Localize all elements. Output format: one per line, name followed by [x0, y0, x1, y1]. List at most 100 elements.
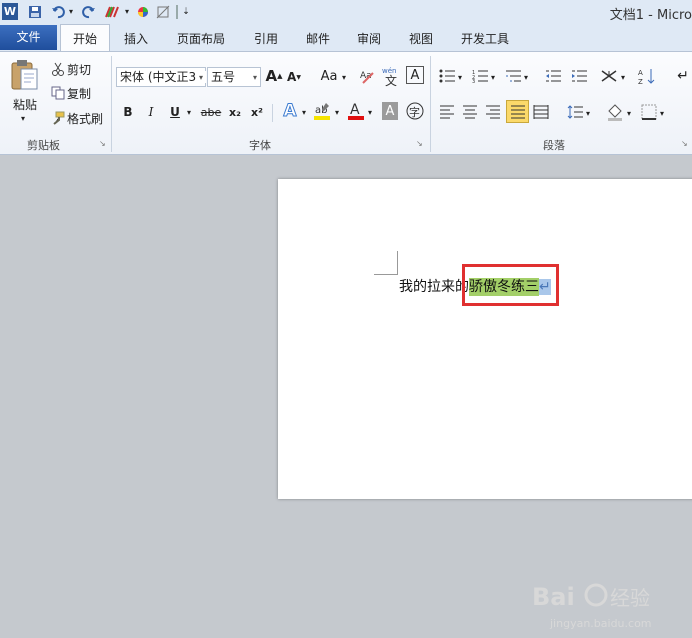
customize-quick-access-icon[interactable]: ⇣ — [181, 3, 191, 20]
tab-file[interactable]: 文件 — [0, 25, 57, 50]
asian-layout-icon[interactable] — [599, 67, 619, 85]
redo-icon[interactable] — [81, 3, 97, 20]
tab-review[interactable]: 审阅 — [357, 29, 381, 49]
margin-corner-mark — [374, 251, 398, 275]
bold-button[interactable]: B — [119, 102, 137, 122]
undo-icon[interactable] — [50, 3, 66, 20]
cut-label[interactable]: 剪切 — [67, 61, 91, 77]
scissors-icon[interactable] — [50, 61, 66, 77]
tab-home[interactable]: 开始 — [60, 24, 110, 51]
italic-button[interactable]: I — [142, 102, 160, 122]
font-color-dropdown-icon[interactable]: ▾ — [366, 107, 374, 117]
font-name-value: 宋体 (中文正3 — [120, 70, 197, 84]
change-case-button[interactable]: Aa — [318, 66, 340, 86]
line-spacing-dropdown-icon[interactable]: ▾ — [584, 108, 592, 118]
tab-page-layout[interactable]: 页面布局 — [177, 29, 225, 49]
font-name-dropdown-icon[interactable]: ▾ — [196, 71, 206, 83]
quick-access-divider — [176, 5, 178, 19]
word-logo-icon[interactable]: W — [2, 3, 18, 20]
highlight-dropdown-icon[interactable]: ▾ — [333, 107, 341, 117]
svg-text:3: 3 — [472, 79, 475, 83]
asian-layout-dropdown-icon[interactable]: ▾ — [619, 72, 627, 82]
paint-icon[interactable] — [103, 3, 121, 20]
clear-format-icon[interactable] — [155, 3, 171, 20]
font-size-dropdown-icon[interactable]: ▾ — [250, 71, 260, 83]
document-workspace[interactable]: 我的拉来的骄傲冬练三↵ Bai 经验 jingyan.baidu.com — [0, 155, 692, 630]
svg-text:Bai: Bai — [532, 583, 575, 611]
bullets-dropdown-icon[interactable]: ▾ — [456, 72, 464, 82]
tab-insert[interactable]: 插入 — [124, 29, 148, 49]
font-size-value: 五号 — [211, 70, 236, 84]
numbering-icon[interactable]: 123 — [471, 67, 489, 85]
text-effects-icon[interactable]: A — [280, 100, 300, 122]
callout-box — [462, 264, 559, 306]
character-shading-icon[interactable]: A — [382, 102, 398, 120]
sort-icon[interactable]: AZ — [637, 66, 657, 86]
paint-dropdown-icon[interactable]: ▾ — [123, 3, 131, 20]
group-divider — [111, 56, 112, 152]
text-effects-dropdown-icon[interactable]: ▾ — [300, 107, 308, 117]
paste-icon[interactable] — [8, 58, 40, 92]
change-case-dropdown-icon[interactable]: ▾ — [340, 72, 348, 82]
font-color-icon[interactable]: A — [346, 100, 366, 122]
color-wheel-icon[interactable] — [136, 3, 150, 20]
numbering-dropdown-icon[interactable]: ▾ — [489, 72, 497, 82]
save-icon[interactable] — [27, 3, 43, 20]
tab-references[interactable]: 引用 — [254, 29, 278, 49]
subscript-button[interactable]: x₂ — [226, 102, 244, 122]
align-right-icon[interactable] — [484, 103, 502, 121]
underline-button[interactable]: U — [166, 102, 184, 122]
paragraph-launcher-icon[interactable]: ↘ — [681, 139, 690, 148]
format-painter-label[interactable]: 格式刷 — [67, 110, 103, 126]
grow-font-icon[interactable]: A ▲ — [265, 66, 283, 86]
tab-developer[interactable]: 开发工具 — [461, 29, 509, 49]
borders-icon[interactable] — [640, 103, 658, 121]
bullets-icon[interactable] — [438, 67, 456, 85]
tab-view[interactable]: 视图 — [409, 29, 433, 49]
increase-indent-icon[interactable] — [570, 67, 588, 85]
group-divider — [430, 56, 431, 152]
font-launcher-icon[interactable]: ↘ — [416, 139, 425, 148]
multilevel-dropdown-icon[interactable]: ▾ — [522, 72, 530, 82]
line-spacing-icon[interactable] — [566, 103, 584, 121]
document-text: 我的拉来的 — [399, 279, 469, 295]
ribbon-tab-bar: 文件 开始 插入 页面布局 引用 邮件 审阅 视图 开发工具 — [0, 24, 692, 51]
show-marks-icon[interactable]: ↵ — [674, 66, 692, 86]
underline-dropdown-icon[interactable]: ▾ — [185, 107, 193, 117]
distributed-icon[interactable] — [532, 103, 550, 121]
title-bar: W ▾ ▾ ⇣ 文档1 - Micro — [0, 0, 692, 24]
shading-icon[interactable] — [605, 102, 625, 122]
decrease-indent-icon[interactable] — [544, 67, 562, 85]
copy-icon[interactable] — [50, 85, 66, 101]
clipboard-launcher-icon[interactable]: ↘ — [99, 139, 108, 148]
clipboard-group-label: 剪贴板 — [27, 139, 60, 152]
svg-text:jingyan.baidu.com: jingyan.baidu.com — [549, 617, 652, 630]
document-page[interactable]: 我的拉来的骄傲冬练三↵ — [278, 179, 692, 499]
paste-label[interactable]: 粘贴 — [10, 96, 40, 112]
paste-dropdown-icon[interactable]: ▾ — [18, 113, 28, 123]
borders-dropdown-icon[interactable]: ▾ — [658, 108, 666, 118]
tab-home-label: 开始 — [73, 32, 98, 46]
highlight-color-icon[interactable]: ab — [311, 100, 333, 122]
copy-label[interactable]: 复制 — [67, 85, 91, 101]
svg-text:经验: 经验 — [610, 586, 650, 610]
clear-formatting-icon[interactable]: Aa — [358, 66, 378, 86]
strikethrough-button[interactable]: abe — [200, 102, 222, 122]
tab-mailings[interactable]: 邮件 — [306, 29, 330, 49]
enclose-characters-icon[interactable]: 字 — [405, 101, 425, 121]
font-group-label: 字体 — [249, 139, 271, 152]
align-left-icon[interactable] — [438, 103, 456, 121]
svg-text:Z: Z — [638, 78, 643, 85]
svg-text:文: 文 — [385, 73, 397, 87]
align-center-icon[interactable] — [461, 103, 479, 121]
superscript-button[interactable]: x² — [248, 102, 266, 122]
multilevel-list-icon[interactable] — [504, 67, 522, 85]
format-painter-icon[interactable] — [50, 110, 66, 126]
shading-dropdown-icon[interactable]: ▾ — [625, 108, 633, 118]
undo-dropdown-icon[interactable]: ▾ — [67, 3, 75, 20]
character-border-icon[interactable]: A — [406, 66, 424, 84]
justify-icon[interactable] — [506, 100, 529, 123]
phonetic-guide-icon[interactable]: wén 文 — [381, 65, 403, 87]
shrink-font-icon[interactable]: A ▼ — [286, 68, 302, 86]
font-name-combo[interactable]: 宋体 (中文正3 — [116, 67, 206, 87]
